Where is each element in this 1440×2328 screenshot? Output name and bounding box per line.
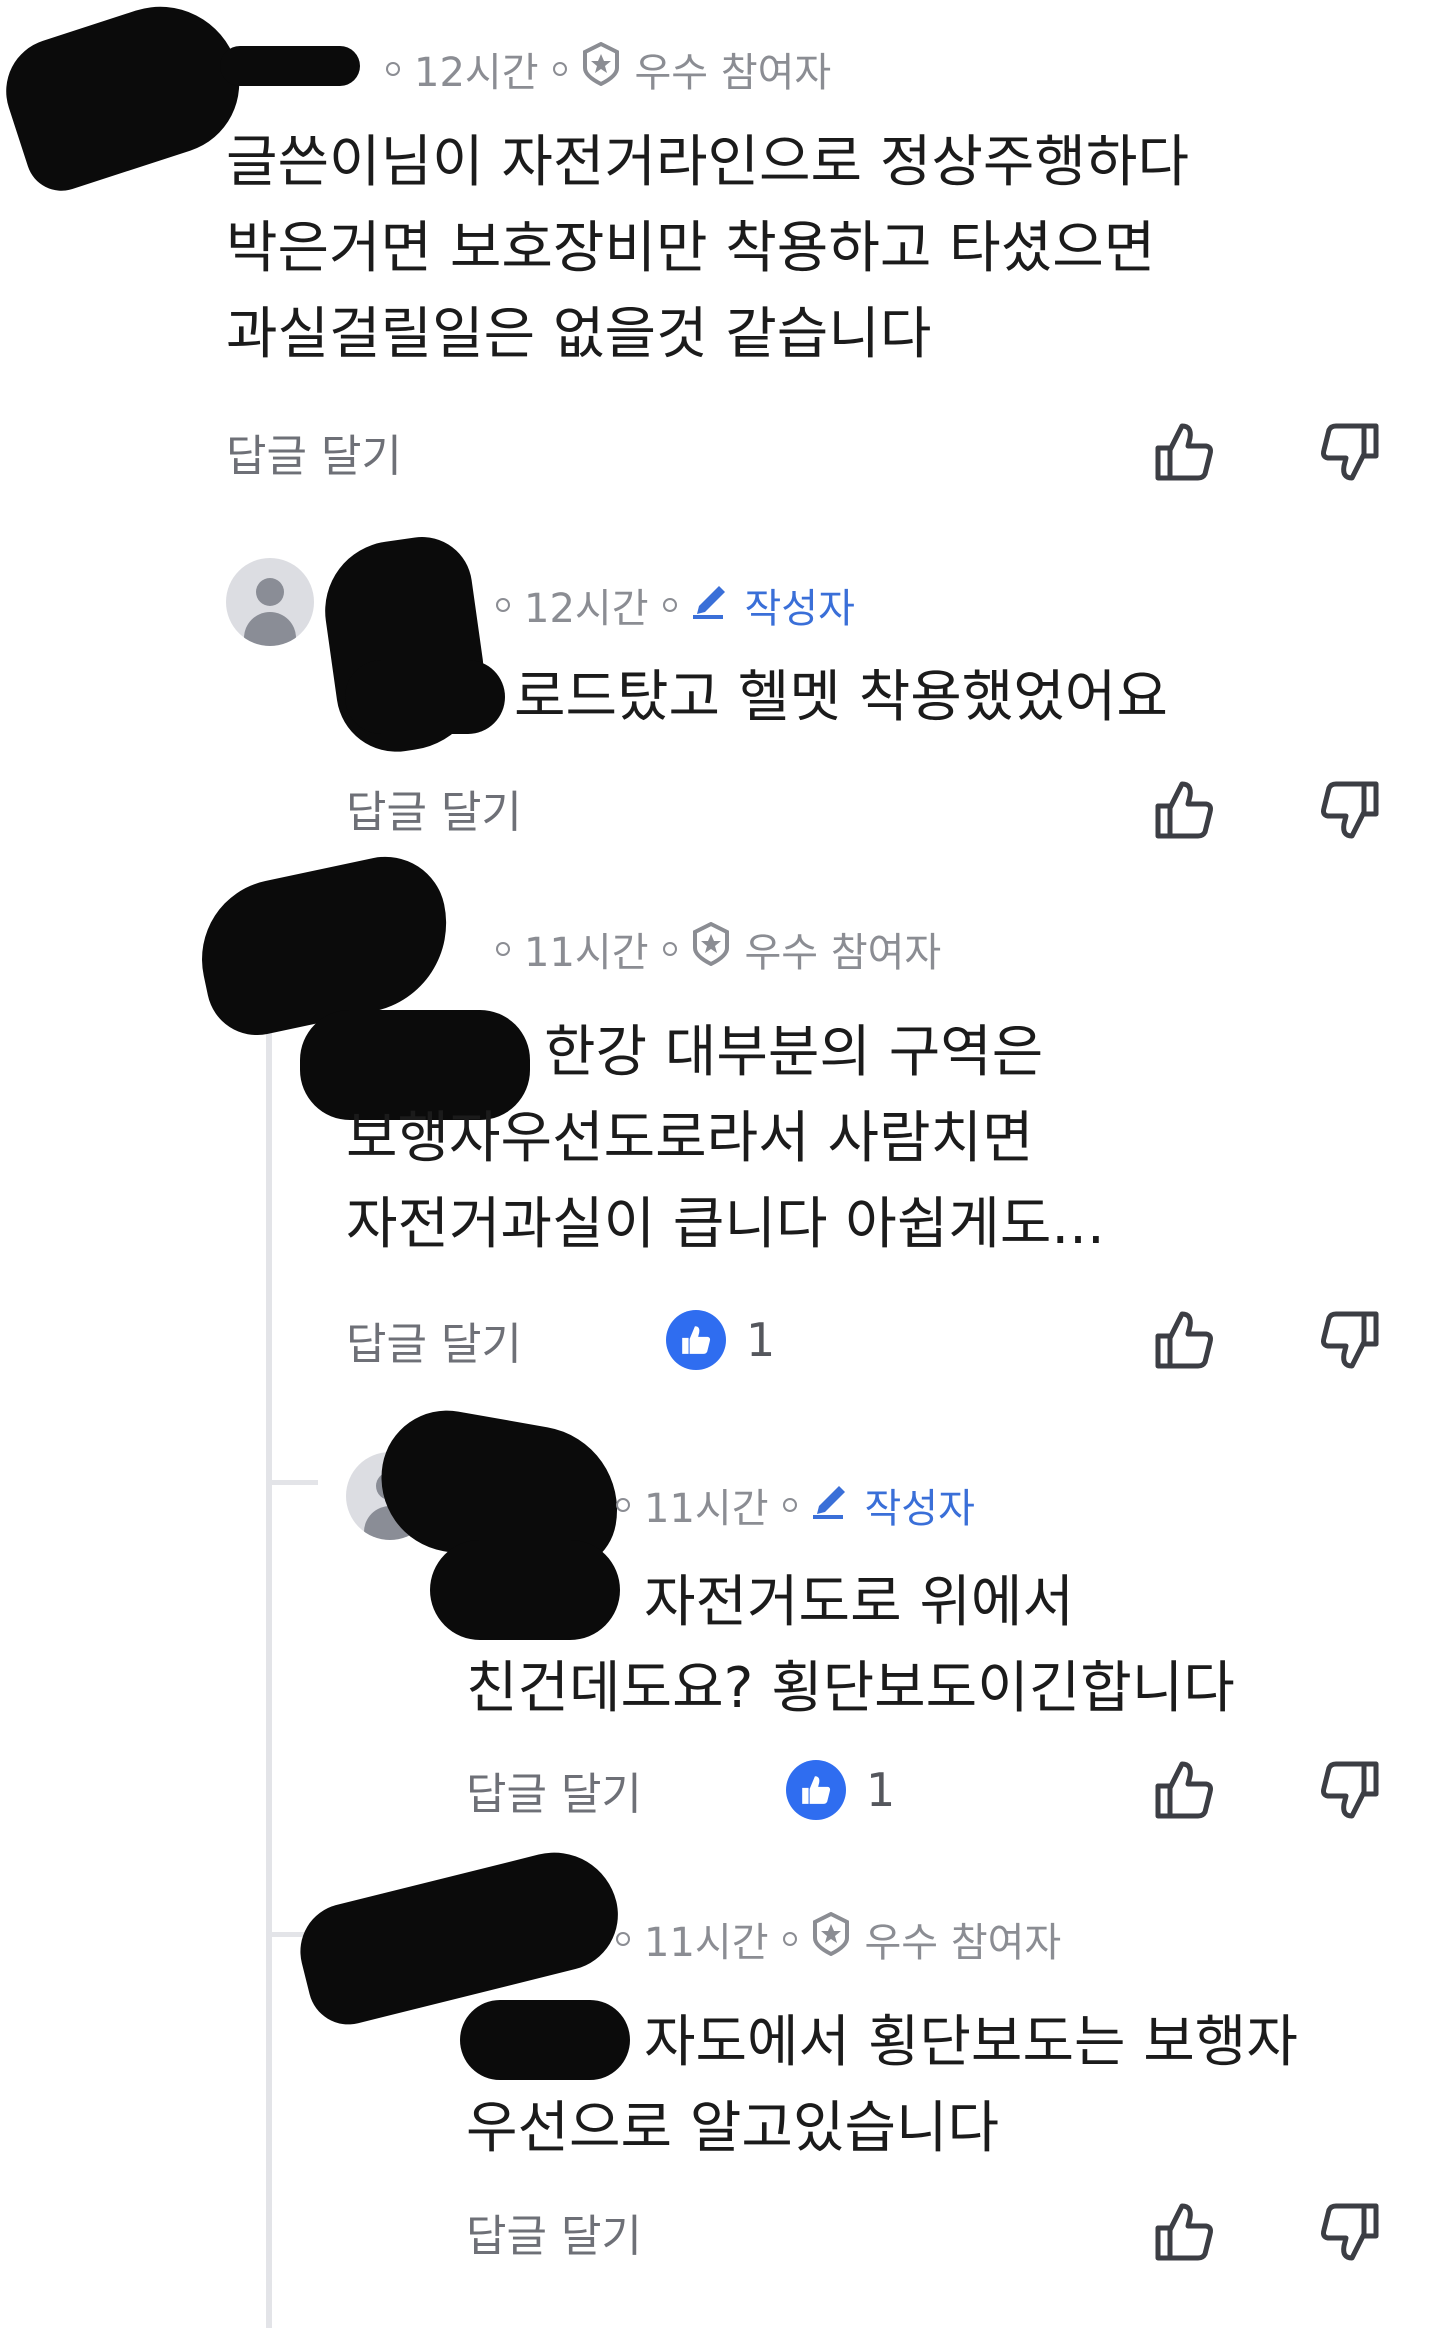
comment-time: 11시간 [644,1920,769,1966]
comment-line: 한강 대부분의 구역은 [544,1020,1044,1085]
thumbs-down-icon [1321,2203,1379,2261]
thumbs-up-icon [1155,423,1213,481]
comment-line: 자전거도로 위에서 [644,1570,1074,1635]
comment-line: 박은거면 보호장비만 착용하고 타셨으면 [226,216,1156,281]
dislike-button[interactable] [1318,1308,1382,1372]
like-count-value: 1 [746,1313,776,1367]
thumbs-down-icon [1321,1311,1379,1369]
comment-meta: 12시간 우수 참여자 [372,40,831,98]
badge-star-icon [811,1911,851,1966]
like-button[interactable] [1152,1308,1216,1372]
comment-body: 자전거도로 위에서 친건데도요? 횡단보도이긴합니다 [466,1560,1235,1732]
reply-button[interactable]: 답글 달기 [466,2200,642,2264]
badge-star-icon [691,921,731,976]
comment-body: 한강 대부분의 구역은 보행자우선도로라서 사람치면 자전거과실이 큽니다 아쉽… [346,1010,1105,1268]
thumbs-up-icon [1155,1311,1213,1369]
like-count: 1 [666,1310,775,1370]
comment-1: 12시간 우수 참여자 글쓴이님이 자전거라인으로 정상주행하다 박은거면 보호… [0,0,1440,500]
comment-meta: 11시간 작성자 [602,1476,975,1534]
comment-3: 11시간 우수 참여자 한강 대부분의 구역은 보행자우선도로라서 사람치면 자… [0,845,1440,1390]
comment-time: 12시간 [414,50,539,96]
comment-time: 12시간 [524,586,649,632]
redacted-username [0,0,258,200]
comment-line: 글쓴이님이 자전거라인으로 정상주행하다 [226,130,1189,195]
like-button[interactable] [1152,2200,1216,2264]
comment-5: 11시간 우수 참여자 자도에서 횡단보도는 보행자 우선으로 알고있습니다 답… [0,1839,1440,2328]
comment-line: 우선으로 알고있습니다 [466,2096,1000,2161]
thumbs-down-icon [1321,423,1379,481]
comment-time: 11시간 [644,1486,769,1532]
comment-line: 친건데도요? 횡단보도이긴합니다 [466,1656,1235,1721]
reply-button[interactable]: 답글 달기 [346,776,522,840]
comment-line: 과실걸릴일은 없을것 같습니다 [226,302,932,367]
dislike-button[interactable] [1318,778,1382,842]
comment-4: 11시간 작성자 자전거도로 위에서 친건데도요? 횡단보도이긴합니다 답글 달… [0,1400,1440,1850]
comment-meta: 11시간 우수 참여자 [482,920,941,978]
thumbs-up-icon [1155,2203,1213,2261]
badge-best-label: 우수 참여자 [634,50,832,96]
comment-meta: 12시간 작성자 [482,576,855,634]
badge-best-label: 우수 참여자 [744,930,942,976]
thumbs-up-icon [1155,1761,1213,1819]
avatar[interactable] [226,558,314,646]
thumbs-down-icon [1321,1761,1379,1819]
badge-author-label: 작성자 [744,586,855,632]
badge-best-label: 우수 참여자 [864,1920,1062,1966]
dislike-button[interactable] [1318,420,1382,484]
badge-author-label: 작성자 [864,1486,975,1532]
dislike-button[interactable] [1318,2200,1382,2264]
pencil-icon [811,1480,851,1530]
comment-line: 보행자우선도로라서 사람치면 [346,1106,1034,1171]
comment-body: 자도에서 횡단보도는 보행자 우선으로 알고있습니다 [466,2000,1298,2172]
comment-time: 11시간 [524,930,649,976]
thumbs-down-icon [1321,781,1379,839]
redacted-username [220,46,360,86]
pencil-icon [691,580,731,630]
reply-button[interactable]: 답글 달기 [346,1308,522,1372]
badge-star-icon [581,41,621,96]
comment-meta: 11시간 우수 참여자 [602,1910,1061,1968]
thumbs-up-icon [682,1326,711,1354]
thumbs-up-icon [1155,781,1213,839]
comment-body: 글쓴이님이 자전거라인으로 정상주행하다 박은거면 보호장비만 착용하고 타셨으… [226,120,1189,378]
like-count-value: 1 [866,1763,896,1817]
like-bubble [666,1310,726,1370]
like-button[interactable] [1152,1758,1216,1822]
comment-line: 로드탔고 헬멧 착용했었어요 [514,665,1168,730]
like-count: 1 [786,1760,895,1820]
dislike-button[interactable] [1318,1758,1382,1822]
comment-2: 12시간 작성자 로드탔고 헬멧 착용했었어요 답글 달기 [0,530,1440,870]
comment-line: 자전거과실이 큽니다 아쉽게도... [346,1192,1105,1257]
comment-line: 자도에서 횡단보도는 보행자 [644,2010,1298,2075]
like-button[interactable] [1152,778,1216,842]
reply-button[interactable]: 답글 달기 [466,1758,642,1822]
comment-body: 로드탔고 헬멧 착용했었어요 [346,655,1168,741]
like-bubble [786,1760,846,1820]
like-button[interactable] [1152,420,1216,484]
reply-button[interactable]: 답글 달기 [226,420,402,484]
thumbs-up-icon [802,1776,831,1804]
